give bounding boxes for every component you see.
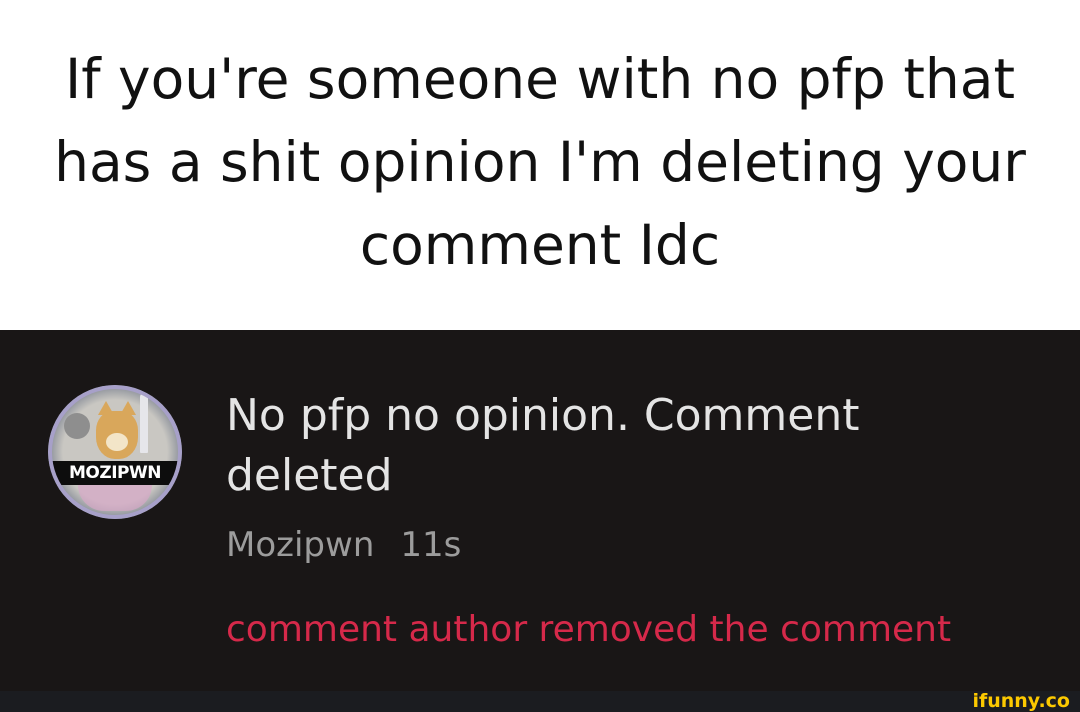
- avatar-ring: [48, 385, 182, 519]
- comment-screenshot: MOZIPWN No pfp no opinion. Comment delet…: [0, 330, 1080, 691]
- comment-meta: Mozipwn 11s: [226, 523, 461, 567]
- caption-text: If you're someone with no pfp that has a…: [54, 46, 1026, 277]
- watermark-bar: ifunny.co: [0, 691, 1080, 712]
- comment-author[interactable]: Mozipwn: [226, 525, 374, 565]
- avatar[interactable]: MOZIPWN: [48, 385, 182, 519]
- comment-timestamp: 11s: [400, 525, 462, 565]
- removed-notice: comment author removed the comment: [226, 609, 952, 650]
- meme-caption: If you're someone with no pfp that has a…: [0, 0, 1080, 330]
- ifunny-watermark: ifunny.co: [972, 690, 1070, 712]
- comment-text: No pfp no opinion. Comment deleted: [226, 390, 860, 501]
